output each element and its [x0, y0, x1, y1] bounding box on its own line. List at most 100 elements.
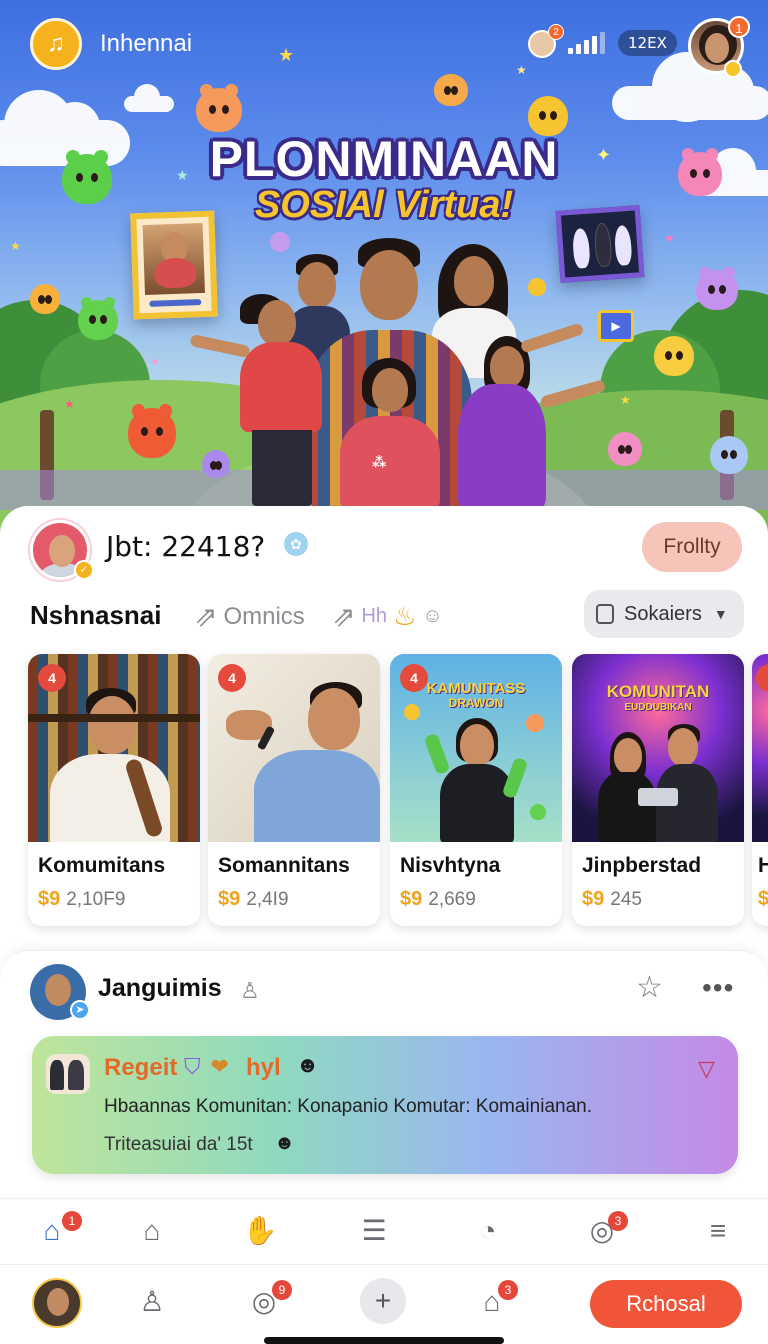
card-badge: 4 — [38, 664, 66, 692]
menu-icon[interactable]: ≡ — [698, 1211, 738, 1251]
post-footer: Triteasuiai da' 15t — [104, 1134, 253, 1155]
coin-icon: $ — [758, 888, 768, 910]
fire-icon: ♨ — [393, 601, 417, 631]
avatar-notification-badge: 1 — [728, 16, 750, 38]
more-icon[interactable]: ••• — [702, 972, 734, 1004]
hh-link[interactable]: ⇗ Hh ♨ ☺ — [332, 600, 443, 633]
creature-icon — [528, 278, 546, 296]
creature-icon — [202, 450, 230, 478]
sort-dropdown[interactable]: Sokaiers ▼ — [584, 590, 744, 638]
coin-icon: $9 — [582, 888, 605, 910]
my-avatar[interactable] — [32, 1278, 82, 1328]
community-card[interactable]: H $ — [752, 654, 768, 926]
card-title: Nisvhtyna — [400, 854, 501, 877]
creature-icon — [30, 284, 60, 314]
chevron-down-icon: ▼ — [713, 606, 728, 622]
card-badge: 4 — [400, 664, 428, 692]
cloud — [612, 52, 768, 122]
share-icon: ⇗ — [332, 601, 356, 632]
hub-badge: 3 — [608, 1211, 628, 1231]
card-meta: $ — [758, 888, 768, 911]
tablet-icon — [596, 604, 614, 624]
card-title: Komumitans — [38, 854, 166, 877]
community-card[interactable]: KOMUNITAN EUDDUBIKAN Jinpberstad $9 245 — [572, 654, 744, 926]
creature-icon — [128, 404, 176, 458]
status-dot — [724, 60, 742, 78]
section-title: Nshnasnai — [30, 600, 162, 630]
profile-title: Jbt: 22418? — [106, 530, 266, 563]
home-indicator — [264, 1337, 504, 1344]
star-icon: ★ — [620, 393, 631, 407]
star-icon: ★ — [10, 239, 21, 253]
card-badge: 4 — [218, 664, 246, 692]
omnics-link[interactable]: ⇗ Omnics — [194, 600, 305, 633]
hero-subtitle: SOSIAl Virtua! — [254, 184, 514, 226]
cta-button[interactable]: Rchosal — [590, 1280, 742, 1328]
star-icon[interactable]: ☆ — [636, 970, 663, 1005]
notification-badge: 2 — [548, 24, 564, 40]
media-icon: ▶ — [598, 310, 634, 342]
app-logo-icon[interactable]: ♫ — [30, 18, 82, 70]
hand-icon[interactable]: ✋ — [240, 1211, 280, 1251]
creature-icon — [654, 336, 694, 376]
counter-pill: 12EX — [618, 30, 677, 56]
card-title: H — [758, 854, 768, 877]
sparkle-icon: ✿ — [284, 532, 308, 556]
verified-icon: ➤ — [70, 1000, 90, 1020]
star-icon: ★ — [64, 397, 75, 411]
post-title-suffix: hyl — [246, 1054, 281, 1081]
people-icon[interactable]: ♙ — [132, 1282, 172, 1322]
community-card[interactable]: 4 Somannitans $9 2,4I9 — [208, 654, 380, 926]
app-name: Inhennai — [100, 30, 193, 57]
creature-icon — [270, 232, 290, 252]
hero-banner[interactable]: ★ ★ ★ ✦ ★ ★ ★ ✦ ★ ▶ PLONMINAAN SOSIAl Vi… — [0, 0, 768, 560]
emoji-icon: ☺ — [422, 605, 443, 627]
post-body: Hbaannas Komunitan: Konapanio Komutar: K… — [104, 1096, 592, 1117]
card-meta: $9 245 — [582, 888, 642, 910]
heart-icon: ❤ — [210, 1054, 229, 1079]
emoji-icon: ☻ — [296, 1052, 320, 1077]
house-icon[interactable]: ⌂ — [132, 1211, 172, 1251]
chat-icon[interactable]: ◔ — [468, 1211, 508, 1251]
alerts-badge: 3 — [498, 1280, 518, 1300]
follow-button[interactable]: Frollty — [642, 522, 742, 572]
creature-icon — [196, 84, 242, 132]
star-icon: ★ — [664, 231, 675, 245]
coin-icon: $9 — [38, 888, 61, 910]
bell-icon[interactable]: ♙ — [240, 978, 260, 1004]
discover-badge: 9 — [272, 1280, 292, 1300]
star-icon: ★ — [516, 63, 527, 77]
tab-bar: ⌂ 1 ⌂ ✋ ☰ ◔ ◎ 3 ≡ — [0, 1198, 768, 1264]
add-button[interactable]: + — [360, 1278, 406, 1324]
star-icon: ★ — [278, 45, 295, 65]
post-title-icons: ⛉ ❤ — [184, 1054, 229, 1080]
home-badge: 1 — [62, 1211, 82, 1231]
profile-row: ✓ Jbt: 22418? ✿ Frollty — [30, 518, 742, 582]
emoji-icon: ☻ — [274, 1132, 296, 1154]
card-image: KOMUNITAN EUDDUBIKAN — [572, 654, 744, 842]
community-card[interactable]: KAMUNITASS DRAWON 4 Nisvhtyna $9 2,669 — [390, 654, 562, 926]
community-card[interactable]: 4 Komumitans $9 2,10F9 — [28, 654, 200, 926]
post-title: Regeit — [104, 1054, 178, 1081]
star-icon: ✦ — [150, 355, 161, 369]
creature-icon — [710, 436, 748, 474]
card-meta: $9 2,4I9 — [218, 888, 289, 910]
section-header: Nshnasnai ⇗ Omnics ⇗ Hh ♨ ☺ Sokaiers ▼ — [30, 590, 744, 640]
creature-icon — [608, 432, 642, 466]
card-title: Somannitans — [218, 854, 350, 877]
card-meta: $9 2,669 — [400, 888, 476, 910]
list-icon[interactable]: ☰ — [354, 1211, 394, 1251]
post-author[interactable]: Janguimis — [98, 974, 222, 1003]
community-carousel[interactable]: 4 Komumitans $9 2,10F9 4 Somannitans $9 2,… — [28, 654, 768, 928]
post-thumbnail — [46, 1054, 90, 1094]
card-meta: $9 2,10F9 — [38, 888, 126, 910]
coin-icon: $9 — [400, 888, 423, 910]
cloud — [124, 84, 174, 112]
creature-icon — [78, 296, 118, 340]
share-icon: ⇗ — [194, 601, 218, 632]
creature-icon — [434, 74, 468, 106]
card-title: Jinpberstad — [582, 854, 702, 877]
send-icon[interactable]: ▽ — [698, 1056, 715, 1082]
coin-icon: $9 — [218, 888, 241, 910]
creature-icon — [696, 266, 738, 310]
